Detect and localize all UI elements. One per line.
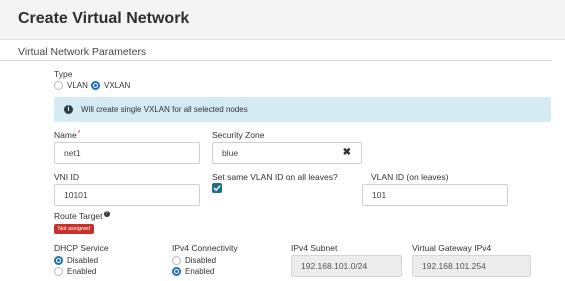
radio-indicator	[54, 267, 63, 276]
info-text: Will create single VXLAN for all selecte…	[81, 105, 248, 114]
radio-label: VXLAN	[104, 81, 131, 90]
radio-indicator-selected	[172, 267, 181, 276]
vlan-id-input[interactable]: 101	[362, 184, 508, 206]
ipv4-subnet-label: IPv4 Subnet	[291, 243, 338, 253]
close-icon[interactable]: ✖	[343, 143, 351, 163]
route-target-label: Route Target?	[54, 211, 110, 221]
vlan-id-label: VLAN ID (on leaves)	[371, 172, 449, 182]
radio-label: Enabled	[185, 267, 215, 276]
dhcp-radio-enabled[interactable]: Enabled	[54, 267, 96, 276]
radio-indicator	[172, 256, 181, 265]
section-title: Virtual Network Parameters	[18, 46, 147, 58]
gateway-label: Virtual Gateway IPv4	[412, 243, 492, 253]
ipv4-radio-enabled[interactable]: Enabled	[172, 267, 214, 276]
name-label: Name*	[54, 130, 81, 140]
radio-indicator-selected	[54, 256, 63, 265]
security-zone-value: blue	[222, 148, 239, 158]
type-label: Type	[54, 69, 73, 79]
gateway-input[interactable]: 192.168.101.254	[412, 255, 531, 277]
radio-label: Disabled	[67, 256, 99, 265]
vni-id-input[interactable]: 10101	[54, 184, 200, 206]
ipv4-connectivity-label: IPv4 Connectivity	[172, 243, 238, 253]
radio-indicator-selected	[91, 81, 100, 90]
same-vlan-checkbox[interactable]	[212, 183, 222, 193]
radio-label: VLAN	[67, 81, 88, 90]
info-icon: i	[64, 105, 73, 114]
required-mark: *	[77, 130, 81, 137]
security-zone-label: Security Zone	[212, 130, 265, 140]
radio-label: Enabled	[67, 267, 97, 276]
page-title: Create Virtual Network	[18, 10, 190, 27]
info-alert: i Will create single VXLAN for all selec…	[54, 97, 551, 122]
dhcp-label: DHCP Service	[54, 243, 109, 253]
check-icon	[213, 185, 221, 192]
same-vlan-label: Set same VLAN ID on all leaves?	[212, 172, 338, 182]
type-radio-vlan[interactable]: VLAN	[54, 81, 88, 90]
help-icon[interactable]: ?	[103, 211, 110, 217]
radio-indicator	[54, 81, 63, 90]
security-zone-select[interactable]: blue ✖	[212, 142, 362, 164]
status-badge: Not assigned	[54, 224, 95, 234]
dhcp-radio-disabled[interactable]: Disabled	[54, 256, 98, 265]
radio-label: Disabled	[185, 256, 217, 265]
name-input[interactable]: net1	[54, 142, 200, 164]
ipv4-subnet-input[interactable]: 192.168.101.0/24	[291, 255, 402, 277]
type-radio-vxlan[interactable]: VXLAN	[91, 81, 130, 90]
section-divider	[0, 60, 552, 61]
vni-id-label: VNI ID	[54, 172, 80, 182]
page-header: Create Virtual Network	[0, 0, 565, 40]
ipv4-radio-disabled[interactable]: Disabled	[172, 256, 216, 265]
